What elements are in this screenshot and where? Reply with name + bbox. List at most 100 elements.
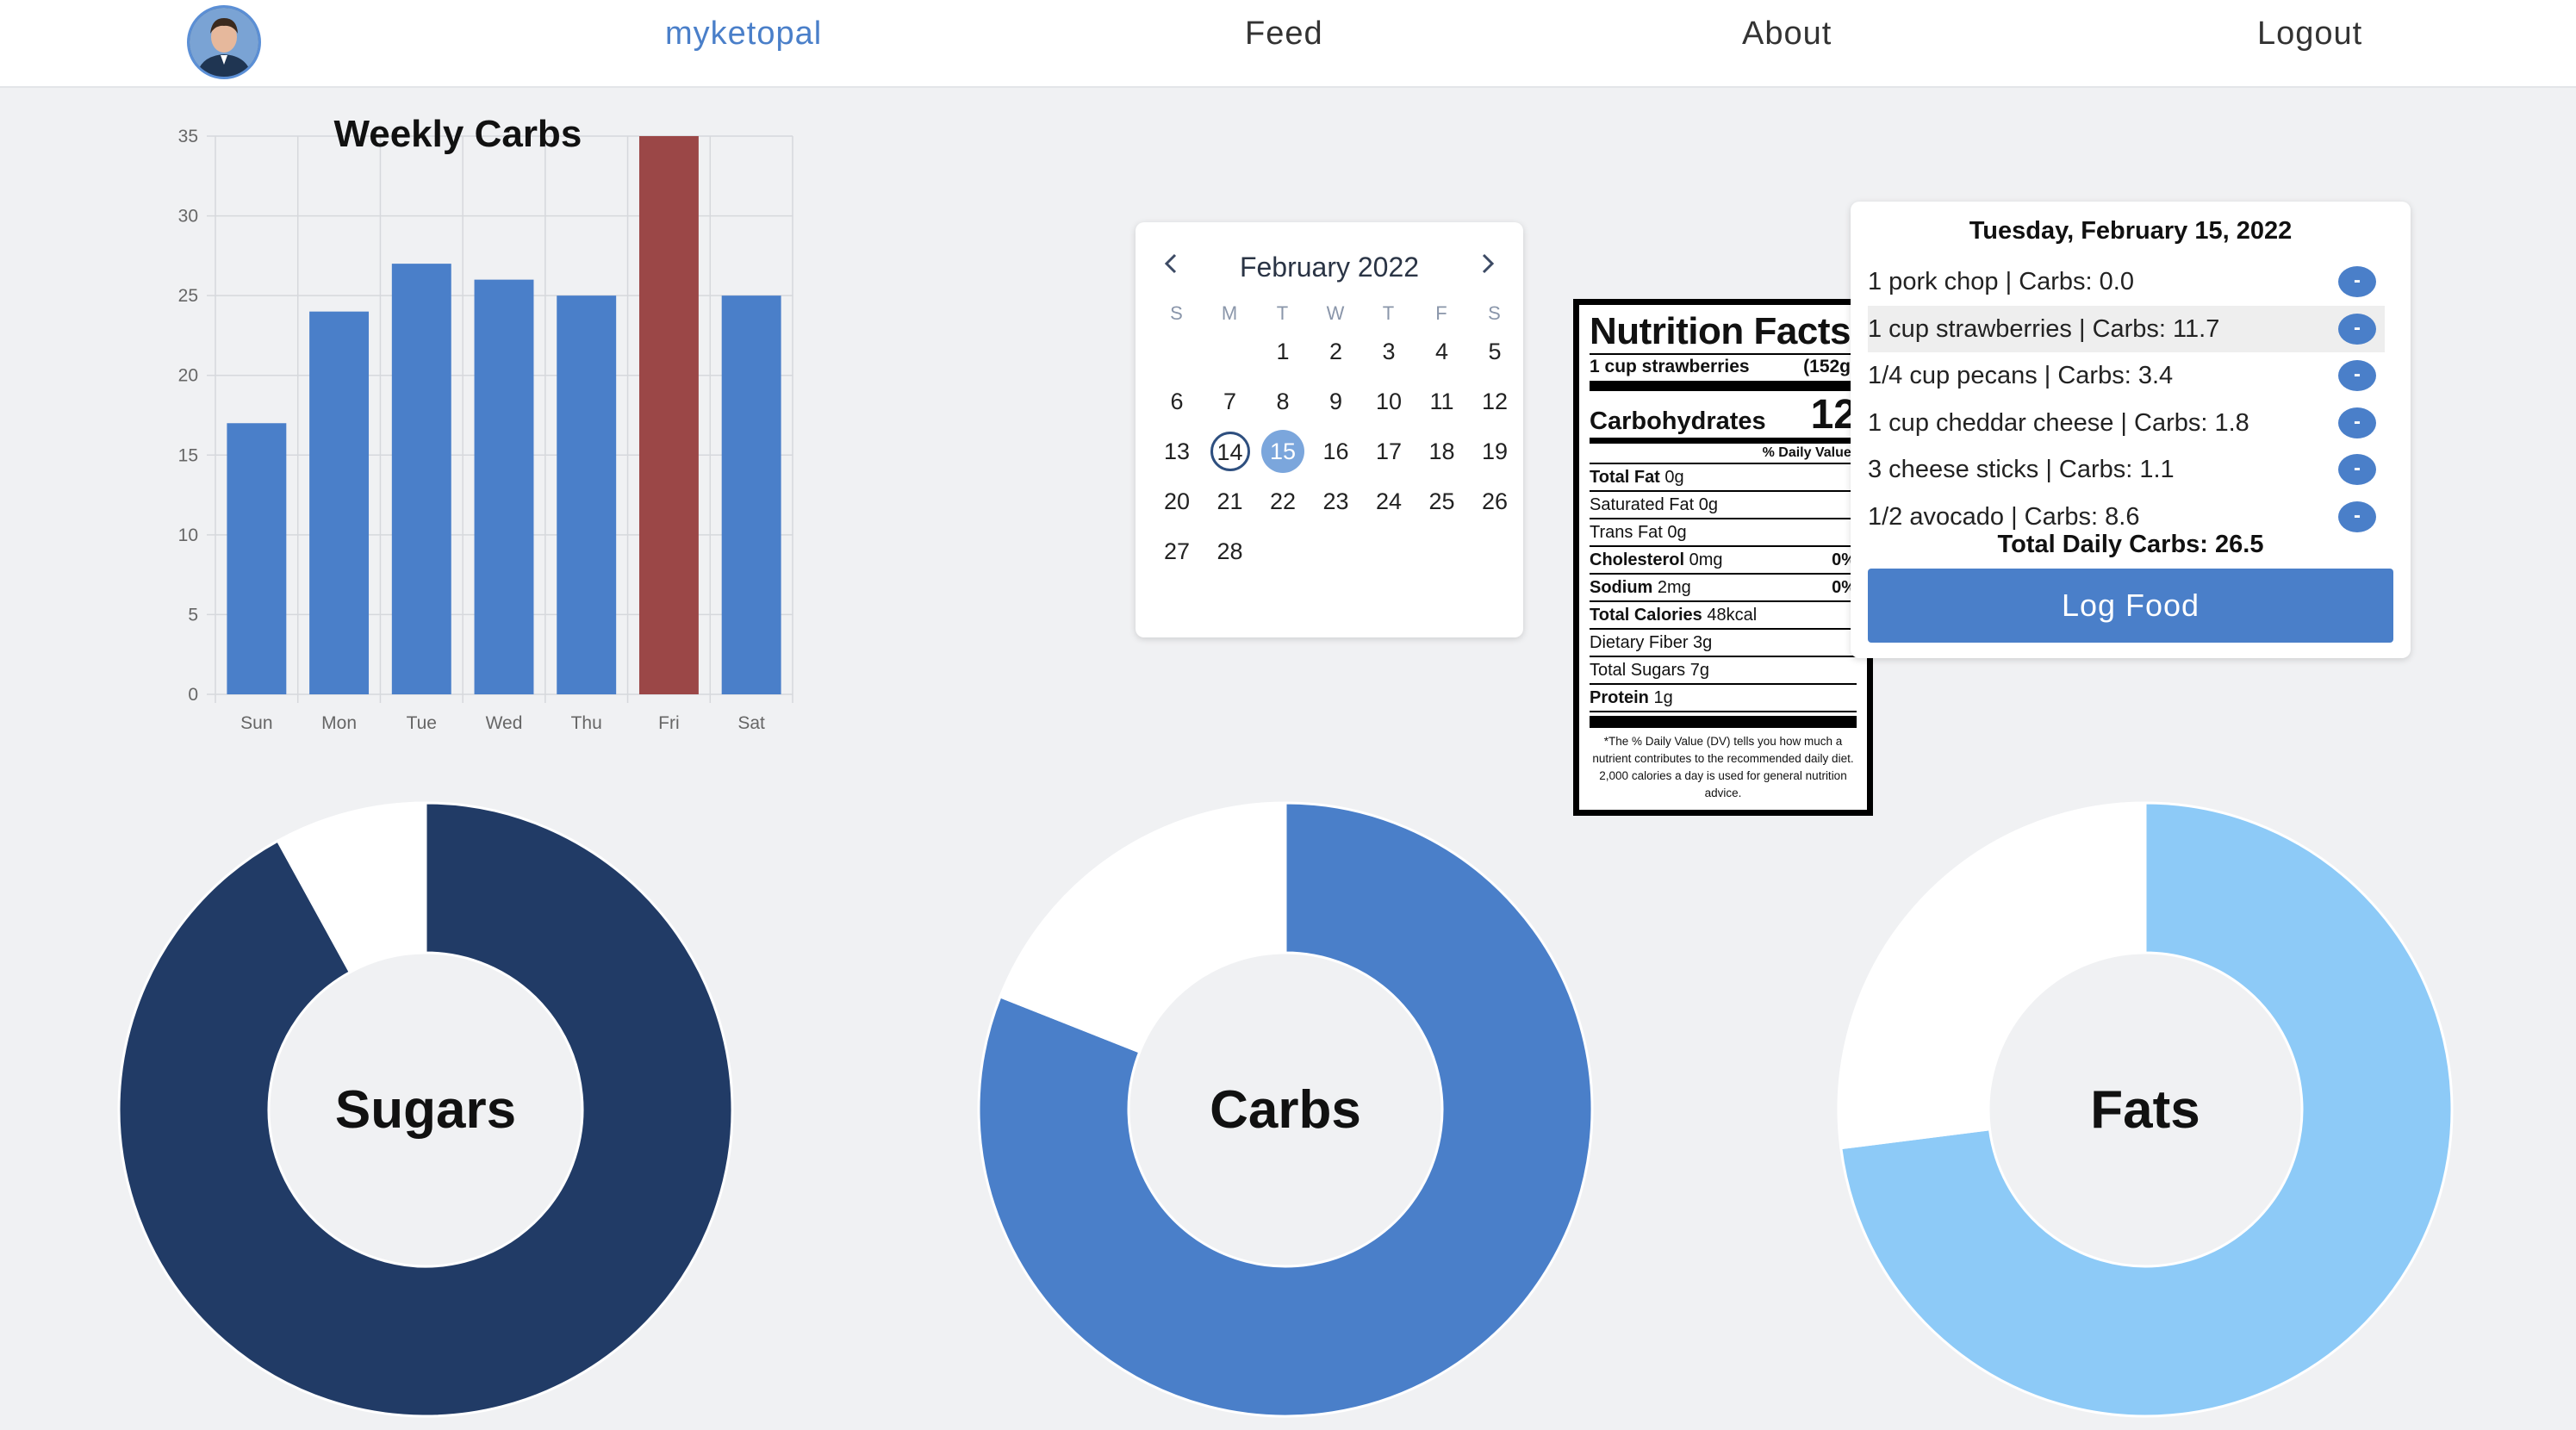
bar-mon[interactable] [309,311,370,694]
bar-thu[interactable] [557,295,617,694]
top-nav: myketopal Feed About Logout [0,0,2576,88]
bar-fri[interactable] [638,136,699,694]
nutrient-row: Sodium 2mg 0% [1590,575,1857,602]
divider-thick [1590,716,1857,728]
calendar-month-title: February 2022 [1239,252,1420,283]
nutrient-name: Saturated Fat 0g [1590,495,1718,514]
avatar-image [190,8,258,77]
chart-title: Weekly Carbs [334,114,582,155]
calendar-day-21[interactable]: 21 [1208,482,1253,520]
nutrient-name: Sodium 2mg [1590,578,1691,597]
daily-food-log: Tuesday, February 15, 2022 1 pork chop |… [1851,202,2411,658]
y-tick-label: 10 [178,525,198,545]
calendar-day-12[interactable]: 12 [1472,382,1517,420]
sugars-donut-chart: Sugars [117,801,734,1418]
calendar-day-6[interactable]: 6 [1154,382,1199,420]
calendar-day-20[interactable]: 20 [1154,482,1199,520]
calendar-day-11[interactable]: 11 [1420,382,1465,420]
nutrient-row: Total Fat 0g [1590,464,1857,492]
nutrient-name: Total Calories 48kcal [1590,606,1758,625]
y-tick-label: 35 [178,127,198,146]
nutrient-row: Total Sugars 7g [1590,657,1857,685]
weekday-label: T [1382,302,1396,324]
remove-item-button[interactable]: - [2338,501,2376,532]
calendar-day-17[interactable]: 17 [1366,432,1411,470]
calendar-day-26[interactable]: 26 [1472,482,1517,520]
chevron-right-icon[interactable] [1470,246,1504,281]
log-item[interactable]: 1 pork chop | Carbs: 0.0 - [1868,258,2385,305]
log-item[interactable]: 1 cup strawberries | Carbs: 11.7 - [1868,305,2385,352]
log-item[interactable]: 3 cheese sticks | Carbs: 1.1 - [1868,446,2385,493]
nav-brand-link[interactable]: myketopal [665,16,822,53]
calendar-day-2[interactable]: 2 [1314,333,1359,370]
calendar-day-8[interactable]: 8 [1260,382,1305,420]
carbohydrates-row: Carbohydrates 12 [1590,395,1857,436]
log-item[interactable]: 1/4 cup pecans | Carbs: 3.4 - [1868,352,2385,399]
calendar-day-4[interactable]: 4 [1420,333,1465,370]
log-item-text: 1 cup cheddar cheese | Carbs: 1.8 [1868,408,2249,437]
y-tick-label: 20 [178,366,198,386]
remove-item-button[interactable]: - [2338,266,2376,297]
x-tick-label: Sun [240,713,272,733]
nutrient-row: Total Calories 48kcal [1590,602,1857,630]
log-item-text: 1/4 cup pecans | Carbs: 3.4 [1868,362,2174,389]
calendar-day-13[interactable]: 13 [1154,432,1199,470]
calendar-day-3[interactable]: 3 [1366,333,1411,370]
calendar-day-7[interactable]: 7 [1208,382,1253,420]
log-item-text: 3 cheese sticks | Carbs: 1.1 [1868,456,2175,483]
calendar-day-23[interactable]: 23 [1314,482,1359,520]
calendar-day-25[interactable]: 25 [1420,482,1465,520]
fats-donut-chart: Fats [1837,801,2454,1418]
fats-donut-label: Fats [2090,1079,2200,1140]
calendar-day-9[interactable]: 9 [1314,382,1359,420]
daily-value-footnote: *The % Daily Value (DV) tells you how mu… [1592,735,1854,799]
x-tick-label: Wed [486,713,523,733]
calendar-day-22[interactable]: 22 [1260,482,1305,520]
log-item-text: 1 pork chop | Carbs: 0.0 [1868,268,2134,295]
x-tick-label: Mon [321,713,357,733]
bar-tue[interactable] [391,264,451,694]
daily-value-header: % Daily Value* [1590,445,1857,464]
log-item[interactable]: 1 cup cheddar cheese | Carbs: 1.8 - [1868,400,2385,446]
nav-link-logout[interactable]: Logout [2257,16,2362,53]
bar-wed[interactable] [474,279,534,694]
divider-thick [1590,381,1857,391]
log-food-button[interactable]: Log Food [1868,569,2393,643]
calendar-day-16[interactable]: 16 [1314,432,1359,470]
date-picker-calendar: February 2022 S M T W T F S 1 2 3 4 5 6 7 8 9 10 11 12 13 14… [1136,222,1523,637]
calendar-day-27[interactable]: 27 [1154,532,1199,570]
nav-link-feed[interactable]: Feed [1245,16,1323,53]
x-tick-label: Tue [407,713,437,733]
calendar-day-5[interactable]: 5 [1472,333,1517,370]
calendar-day-10[interactable]: 10 [1366,382,1411,420]
remove-item-button[interactable]: - [2338,360,2376,391]
user-avatar[interactable] [187,5,261,79]
bar-sun[interactable] [227,423,287,694]
nutrient-name: Cholesterol 0mg [1590,550,1723,569]
nutrition-facts-label: Nutrition Facts 1 cup strawberries (152g… [1573,299,1873,816]
bar-sat[interactable] [721,295,781,694]
calendar-day-15[interactable]: 15 [1261,430,1304,473]
weekday-label: M [1221,302,1239,324]
total-daily-carbs: Total Daily Carbs: 26.5 [1997,531,2264,558]
remove-item-button[interactable]: - [2338,407,2376,438]
calendar-day-19[interactable]: 19 [1472,432,1517,470]
y-tick-label: 30 [178,207,198,227]
nav-link-about[interactable]: About [1742,16,1832,53]
nutrient-name: Dietary Fiber 3g [1590,633,1713,652]
calendar-day-1[interactable]: 1 [1260,333,1305,370]
calendar-header: February 2022 [1136,243,1523,291]
nutrient-row: Cholesterol 0mg 0% [1590,547,1857,575]
serving-weight: (152g) [1803,357,1857,376]
remove-item-button[interactable]: - [2338,313,2376,345]
x-tick-label: Fri [658,713,680,733]
nutrient-name: Protein 1g [1590,688,1673,707]
nutrient-rows: Total Fat 0g Saturated Fat 0g Trans Fat 0g… [1590,464,1857,712]
remove-item-button[interactable]: - [2338,454,2376,485]
calendar-day-24[interactable]: 24 [1366,482,1411,520]
y-tick-label: 15 [178,445,198,465]
weekday-label: S [1488,302,1502,324]
calendar-day-18[interactable]: 18 [1420,432,1465,470]
calendar-day-28[interactable]: 28 [1208,532,1253,570]
calendar-day-14[interactable]: 14 [1210,432,1250,471]
